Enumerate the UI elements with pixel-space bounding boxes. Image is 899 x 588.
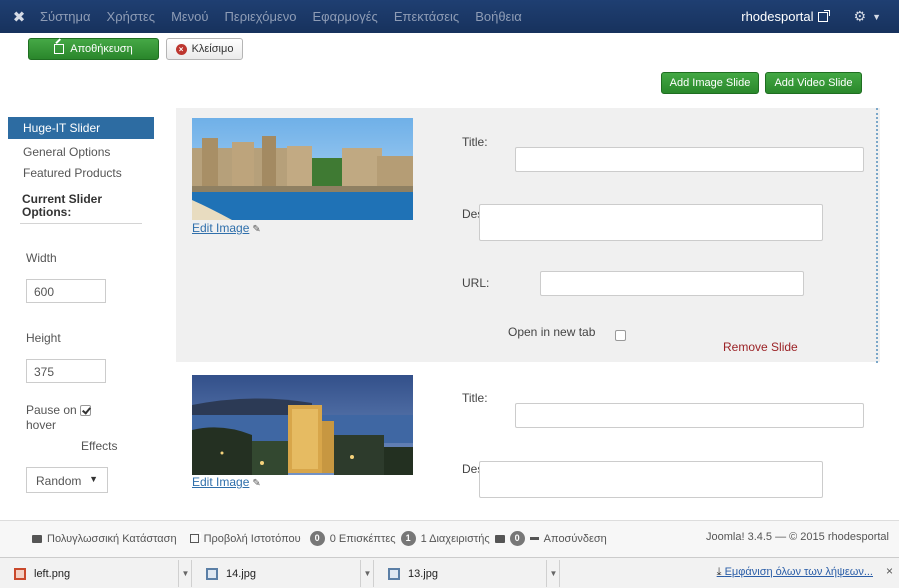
comment-icon	[32, 534, 42, 543]
multilingual-status[interactable]: Πολυγλωσσική Κατάσταση	[47, 533, 177, 545]
save-label: Αποθήκευση	[70, 43, 133, 55]
pause-on-hover-label: Pause on	[8, 403, 154, 417]
envelope-icon	[494, 534, 505, 543]
image-file-icon	[388, 567, 400, 580]
slides-list: Edit Image✎ Title: Description: URL: Ope…	[176, 108, 880, 518]
open-new-tab-checkbox[interactable]	[615, 330, 626, 341]
effects-label: Effects	[81, 439, 118, 453]
top-navbar: ✖ Σύστημα Χρήστες Μενού Περιεχόμενο Εφαρ…	[0, 0, 899, 33]
download-filename: 14.jpg	[226, 567, 256, 580]
pencil-icon: ✎	[252, 224, 261, 235]
width-input[interactable]: 600	[26, 279, 106, 303]
download-item[interactable]: left.png ▼	[0, 560, 192, 587]
version-text: Joomla! 3.4.5 — © 2015 rhodesportal	[706, 531, 889, 543]
sidebar-item-general-options[interactable]: General Options	[8, 142, 154, 163]
slider-options-heading: Current Slider Options:	[22, 192, 103, 219]
save-button[interactable]: Αποθήκευση	[28, 38, 159, 60]
status-bar: Πολυγλωσσική Κατάσταση Προβολή Ιστοτόπου…	[0, 520, 899, 557]
open-new-tab-label: Open in new tab	[508, 325, 596, 339]
edit-image-link[interactable]: Edit Image ✎	[192, 221, 261, 235]
menu-system[interactable]: Σύστημα	[38, 0, 99, 33]
edit-icon	[54, 44, 65, 54]
close-label: Κλείσιμο	[191, 43, 234, 55]
joomla-logo-icon[interactable]: ✖	[0, 0, 38, 33]
chevron-down-icon[interactable]: ▼	[546, 560, 560, 587]
pause-label-line2: hover	[26, 418, 57, 432]
main-menu: Σύστημα Χρήστες Μενού Περιεχόμενο Εφαρμο…	[38, 0, 530, 33]
effects-value: Random	[36, 474, 82, 488]
description-textarea[interactable]	[479, 461, 823, 498]
edit-image-link[interactable]: Edit Image ✎	[192, 475, 261, 489]
scrollbar[interactable]	[876, 108, 878, 363]
height-input[interactable]: 375	[26, 359, 106, 383]
minus-icon	[529, 537, 539, 540]
url-label: URL:	[462, 276, 490, 290]
divider	[20, 223, 142, 224]
image-file-icon	[14, 567, 26, 580]
download-icon: ⤓	[716, 566, 722, 578]
close-icon[interactable]: ×	[886, 564, 893, 578]
menu-users[interactable]: Χρήστες	[99, 0, 164, 33]
sidebar-item-featured-products[interactable]: Featured Products	[8, 163, 154, 184]
close-icon: ×	[175, 43, 187, 55]
description-textarea[interactable]	[479, 204, 823, 241]
pause-on-hover-checkbox[interactable]	[80, 405, 92, 417]
slide-item: Edit Image✎ Title: Description:	[176, 362, 880, 518]
site-name: rhodesportal	[741, 9, 814, 24]
download-filename: left.png	[34, 567, 71, 580]
remove-slide-link[interactable]: Remove Slide	[723, 340, 798, 354]
visitors-label[interactable]: 0 Επισκέπτες	[330, 533, 396, 545]
slide-item: Edit Image✎ Title: Description: URL: Ope…	[176, 108, 880, 362]
add-image-slide-button[interactable]: Add Image Slide	[661, 72, 759, 94]
sidebar: Huge-IT Slider General Options Featured …	[8, 117, 154, 517]
external-link-icon	[817, 9, 830, 22]
gear-icon[interactable]: ⚙	[854, 8, 867, 25]
site-link[interactable]: rhodesportal	[741, 9, 830, 24]
download-item[interactable]: 13.jpg ▼	[374, 560, 560, 587]
url-input[interactable]	[540, 271, 804, 296]
admins-label[interactable]: 1 Διαχειριστής	[421, 533, 490, 545]
slide-thumbnail-castle	[192, 118, 413, 220]
sidebar-item-huge-it-slider[interactable]: Huge-IT Slider	[8, 117, 154, 139]
show-all-downloads-link[interactable]: ⤓ Εμφάνιση όλων των λήψεων...	[717, 566, 873, 579]
image-file-icon	[206, 567, 218, 580]
chevron-down-icon[interactable]: ▼	[360, 560, 374, 587]
title-label: Title:	[462, 135, 488, 149]
view-site-link[interactable]: Προβολή Ιστοτόπου	[204, 533, 301, 545]
pencil-icon: ✎	[252, 478, 261, 489]
menu-extensions[interactable]: Επεκτάσεις	[386, 0, 467, 33]
toolbar: Αποθήκευση × Κλείσιμο	[0, 33, 899, 73]
download-item[interactable]: 14.jpg ▼	[192, 560, 374, 587]
close-button[interactable]: × Κλείσιμο	[166, 38, 243, 60]
logout-link[interactable]: Αποσύνδεση	[544, 533, 607, 545]
chevron-down-icon[interactable]: ▼	[872, 12, 881, 22]
title-label: Title:	[462, 391, 488, 405]
menu-help[interactable]: Βοήθεια	[467, 0, 530, 33]
visitors-badge: 0	[309, 531, 325, 546]
download-bar: left.png ▼ 14.jpg ▼ 13.jpg ▼ ⤓ Εμφάνιση …	[0, 557, 899, 588]
admins-badge: 1	[400, 531, 416, 546]
menu-components[interactable]: Εφαρμογές	[305, 0, 386, 33]
effects-select[interactable]: Random ▼	[26, 467, 108, 493]
external-link-icon	[189, 532, 201, 543]
chevron-down-icon: ▼	[89, 474, 98, 484]
add-video-slide-button[interactable]: Add Video Slide	[765, 72, 862, 94]
title-input[interactable]	[515, 403, 864, 428]
edit-image-label: Edit Image	[192, 475, 250, 489]
show-all-label: Εμφάνιση όλων των λήψεων...	[724, 566, 873, 578]
menu-content[interactable]: Περιεχόμενο	[217, 0, 305, 33]
menu-menus[interactable]: Μενού	[163, 0, 216, 33]
edit-image-label: Edit Image	[192, 221, 250, 235]
messages-badge[interactable]: 0	[509, 531, 525, 546]
height-label: Height	[26, 331, 61, 345]
slide-thumbnail-hotel	[192, 375, 413, 475]
width-label: Width	[26, 251, 57, 265]
title-input[interactable]	[515, 147, 864, 172]
download-filename: 13.jpg	[408, 567, 438, 580]
pause-label-line1: Pause on	[26, 403, 77, 417]
chevron-down-icon[interactable]: ▼	[178, 560, 192, 587]
